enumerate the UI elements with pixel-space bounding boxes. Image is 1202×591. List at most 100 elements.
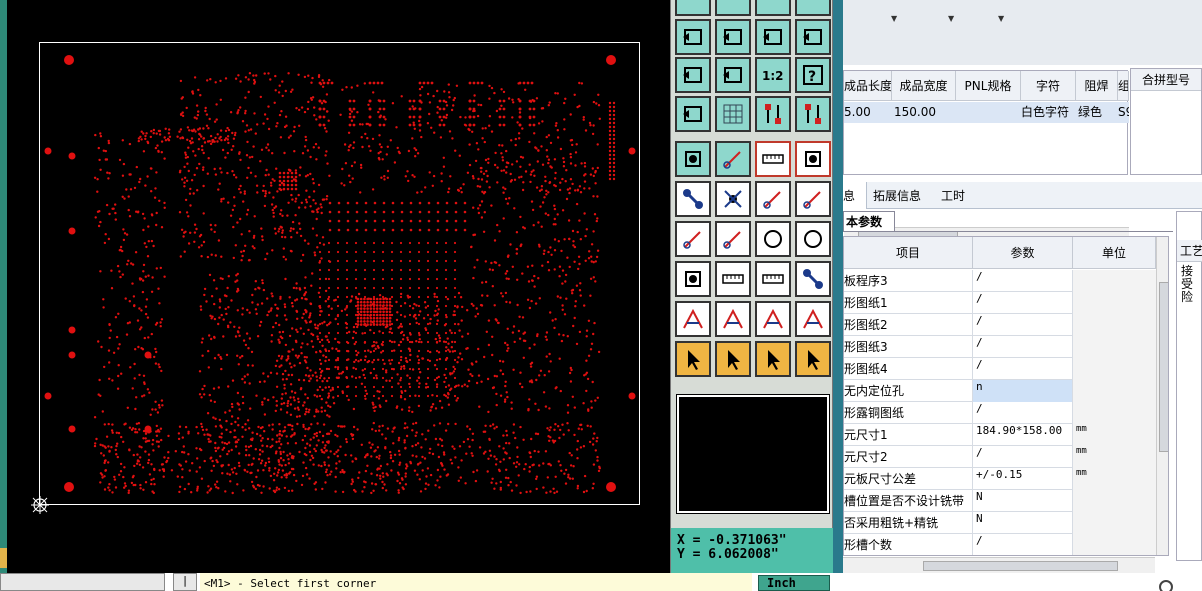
cell-param[interactable]: /: [973, 534, 1073, 555]
cell-item[interactable]: 形露铜图纸: [844, 402, 973, 424]
select-pointer-button[interactable]: [675, 341, 711, 377]
col-header[interactable]: 阻焊: [1076, 71, 1118, 101]
cell-unit[interactable]: mm: [1073, 446, 1156, 468]
query-button[interactable]: ?: [795, 57, 831, 93]
cam-canvas[interactable]: [0, 0, 670, 575]
cell-unit[interactable]: [1073, 534, 1156, 555]
table-row[interactable]: 形图纸3/: [844, 336, 1156, 358]
tab-basic-params[interactable]: 本参数: [843, 211, 895, 232]
palette-button[interactable]: [675, 96, 711, 132]
dropdown-arrow-icon[interactable]: ▼: [891, 14, 897, 23]
cell-item[interactable]: 元尺寸2: [844, 446, 973, 468]
cell-param[interactable]: /: [973, 446, 1073, 468]
cell-item[interactable]: 元尺寸1: [844, 424, 973, 446]
triangle-button[interactable]: [675, 301, 711, 337]
grid-cell[interactable]: 5.00: [844, 102, 892, 123]
rotate-button[interactable]: [795, 221, 831, 257]
snap-pad-button[interactable]: [675, 261, 711, 297]
table-row[interactable]: 形槽个数 /: [844, 534, 1156, 555]
scale-1-2-button[interactable]: 1:2: [755, 57, 791, 93]
cell-unit[interactable]: [1073, 336, 1156, 358]
measure-button[interactable]: [755, 261, 791, 297]
select-box-button[interactable]: [715, 341, 751, 377]
tab-work-hours[interactable]: 工时: [941, 187, 965, 204]
horizontal-scrollbar[interactable]: [843, 557, 1155, 573]
toolbar-button[interactable]: [715, 0, 751, 16]
table-row[interactable]: 形图纸1/: [844, 292, 1156, 314]
col-header-unit[interactable]: 单位: [1073, 237, 1156, 269]
select-path-button[interactable]: [795, 341, 831, 377]
cell-unit[interactable]: mm: [1073, 468, 1156, 490]
cell-param[interactable]: /: [973, 336, 1073, 358]
cell-item[interactable]: 板程序3: [844, 270, 973, 292]
toolbar-button[interactable]: [795, 0, 831, 16]
table-row[interactable]: 元尺寸1 184.90*158.00 mm: [844, 424, 1156, 446]
grid-button[interactable]: [715, 96, 751, 132]
col-header[interactable]: PNL规格: [956, 71, 1021, 101]
cell-unit[interactable]: [1073, 490, 1156, 512]
grid-cell[interactable]: S9: [1118, 102, 1129, 123]
toolbar-button[interactable]: [675, 0, 711, 16]
cell-param[interactable]: +/-0.15: [973, 468, 1073, 490]
cell-unit[interactable]: [1073, 512, 1156, 534]
table-row[interactable]: 无内定位孔 n: [844, 380, 1156, 402]
cell-item[interactable]: 元板尺寸公差: [844, 468, 973, 490]
tab-extended-info[interactable]: 拓展信息: [873, 187, 921, 204]
arc-button[interactable]: [755, 221, 791, 257]
ruler-button[interactable]: [755, 141, 791, 177]
dash-button[interactable]: [715, 261, 751, 297]
cell-item[interactable]: 否采用粗铣+精铣: [844, 512, 973, 534]
col-header-param[interactable]: 参数: [973, 237, 1073, 269]
copy-button[interactable]: [755, 19, 791, 55]
cell-param[interactable]: /: [973, 402, 1073, 424]
col-header-item[interactable]: 项目: [844, 237, 973, 269]
point-arrow-button[interactable]: [755, 181, 791, 217]
bridge-button[interactable]: [755, 301, 791, 337]
table-row[interactable]: 元尺寸2/mm: [844, 446, 1156, 468]
cell-unit[interactable]: mm: [1073, 424, 1156, 446]
line-arrow-button[interactable]: [795, 181, 831, 217]
table-row[interactable]: 板程序3/: [844, 270, 1156, 292]
table-row[interactable]: 形图纸4/: [844, 358, 1156, 380]
command-toggle-button[interactable]: |: [173, 573, 197, 591]
mirror-button[interactable]: [795, 19, 831, 55]
units-button[interactable]: Inch: [758, 575, 830, 591]
diagonal-button[interactable]: [715, 221, 751, 257]
dropdown-arrow-icon[interactable]: ▼: [998, 14, 1004, 23]
table-row[interactable]: 元板尺寸公差 +/-0.15 mm: [844, 468, 1156, 490]
connect-button[interactable]: [675, 181, 711, 217]
table-row[interactable]: 形露铜图纸 /: [844, 402, 1156, 424]
cell-unit[interactable]: [1073, 380, 1156, 402]
group-button[interactable]: [795, 261, 831, 297]
cell-item[interactable]: 形图纸1: [844, 292, 973, 314]
cell-unit[interactable]: [1073, 358, 1156, 380]
table-row[interactable]: 否采用粗铣+精铣 N: [844, 512, 1156, 534]
delete-net-button[interactable]: [715, 181, 751, 217]
toolbar-button[interactable]: [755, 0, 791, 16]
cell-item[interactable]: 形槽个数: [844, 534, 973, 555]
bridge-alt-button[interactable]: [795, 301, 831, 337]
cell-unit[interactable]: [1073, 402, 1156, 424]
vertical-scrollbar[interactable]: [1156, 237, 1168, 555]
cell-item[interactable]: 无内定位孔: [844, 380, 973, 402]
cell-param[interactable]: N: [973, 512, 1073, 534]
cell-item[interactable]: 形图纸4: [844, 358, 973, 380]
cell-param[interactable]: /: [973, 314, 1073, 336]
layers-alt-button[interactable]: [795, 96, 831, 132]
pad-button[interactable]: [675, 141, 711, 177]
col-header[interactable]: 组: [1118, 71, 1129, 101]
cell-item[interactable]: 形图纸3: [844, 336, 973, 358]
circle-pad-button[interactable]: [795, 141, 831, 177]
cell-param[interactable]: /: [973, 358, 1073, 380]
col-header[interactable]: 成品长度: [844, 71, 892, 101]
angle-button[interactable]: [675, 221, 711, 257]
layers-button[interactable]: [755, 96, 791, 132]
cell-param[interactable]: /: [973, 270, 1073, 292]
grid-cell[interactable]: 150.00: [892, 102, 956, 123]
cell-unit[interactable]: [1073, 292, 1156, 314]
peak-button[interactable]: [715, 301, 751, 337]
zoom-center-button[interactable]: [715, 57, 751, 93]
fit-zoom-button[interactable]: [675, 57, 711, 93]
cell-item[interactable]: 槽位置是否不设计铣带: [844, 490, 973, 512]
cell-param[interactable]: /: [973, 292, 1073, 314]
